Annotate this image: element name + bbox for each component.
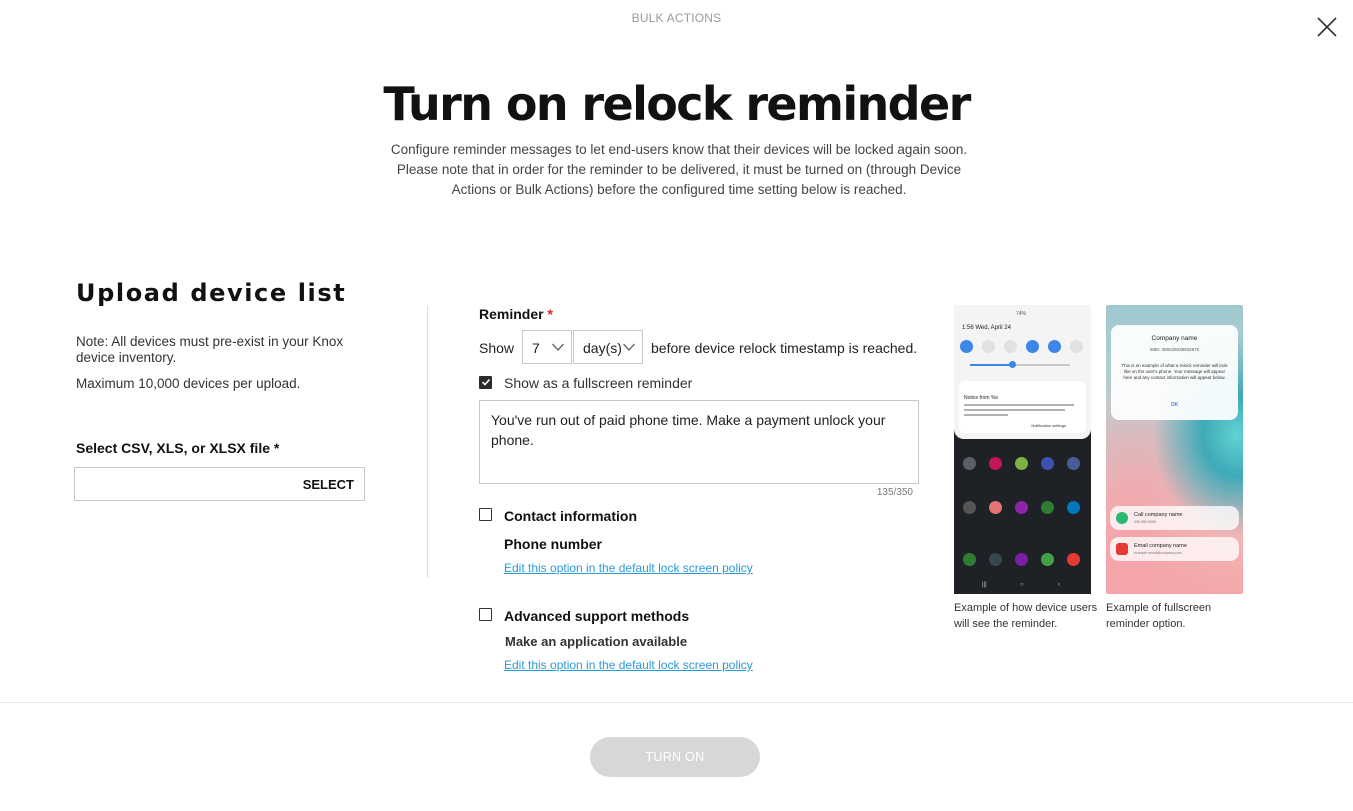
app-icon <box>989 457 1002 470</box>
email-company-address: example.email@company.com <box>1134 551 1182 555</box>
mute-icon <box>1026 340 1039 353</box>
app-icon <box>1067 501 1080 514</box>
reminder-label: Reminder * <box>479 306 553 322</box>
fullscreen-checkbox[interactable] <box>479 376 492 389</box>
page-title: Turn on relock reminder <box>383 77 971 131</box>
page-description: Configure reminder messages to let end-u… <box>390 142 968 197</box>
make-app-available-label: Make an application available <box>505 634 688 649</box>
edit-phone-policy-link[interactable]: Edit this option in the default lock scr… <box>504 561 753 575</box>
chevron-down-icon <box>622 342 636 352</box>
brightness-slider <box>970 361 1070 368</box>
upload-limit: Maximum 10,000 devices per upload. <box>76 376 301 391</box>
upload-note: Note: All devices must pre-exist in your… <box>76 334 344 365</box>
reminder-label-text: Reminder <box>479 306 544 322</box>
app-icon <box>1015 501 1028 514</box>
bluetooth-icon <box>1048 340 1061 353</box>
app-icon <box>1067 457 1080 470</box>
fullscreen-preview-caption: Example of fullscreen reminder option. <box>1106 602 1212 630</box>
reminder-amount-value: 7 <box>532 340 540 356</box>
advanced-support-label[interactable]: Advanced support methods <box>504 608 689 624</box>
status-time: 1:56 Wed, April 24 <box>962 325 1011 331</box>
app-icon <box>1067 553 1080 566</box>
app-icon <box>1041 457 1054 470</box>
call-icon <box>1004 340 1017 353</box>
breadcrumb: BULK ACTIONS <box>631 11 722 25</box>
contact-info-checkbox[interactable] <box>479 508 492 521</box>
app-icon <box>963 501 976 514</box>
column-divider <box>427 306 428 578</box>
turn-on-button[interactable]: TURN ON <box>590 737 760 777</box>
dialog-ok-button: OK <box>1170 402 1179 408</box>
app-icon <box>963 457 976 470</box>
reminder-unit-value: day(s) <box>583 340 622 356</box>
notification-title: Notice from %s <box>964 395 998 401</box>
status-bar-battery: 74% <box>1016 311 1027 317</box>
app-icon <box>1015 457 1028 470</box>
dialog-body: This is an example of what a relock remi… <box>1121 363 1228 380</box>
upload-section-title: Upload device list <box>76 279 347 307</box>
fullscreen-reminder-preview: Company name IMEI: 359225038932976 This … <box>1106 305 1243 594</box>
quick-panel: 74% 1:56 Wed, April 24 Notice from %s No… <box>954 305 1091 439</box>
call-company-number: 555-555-5555 <box>1134 520 1156 524</box>
character-counter: 135/350 <box>876 487 913 498</box>
close-button[interactable] <box>1314 14 1340 40</box>
airplane-icon <box>1070 340 1083 353</box>
recent-apps-icon: ||| <box>982 582 987 588</box>
show-label: Show <box>479 340 515 356</box>
chevron-down-icon <box>551 342 565 352</box>
reminder-dialog: Company name IMEI: 359225038932976 This … <box>1111 325 1238 420</box>
reminder-amount-select[interactable]: 7 <box>522 330 572 364</box>
email-company-pill: Email company name example.email@company… <box>1110 537 1239 561</box>
required-mark: * <box>547 306 553 322</box>
dialog-imei: IMEI: 359225038932976 <box>1149 347 1200 352</box>
reminder-unit-select[interactable]: day(s) <box>573 330 643 364</box>
select-file-button[interactable]: SELECT <box>303 477 354 492</box>
phone-number-label: Phone number <box>504 536 603 552</box>
phone-icon <box>1116 512 1128 524</box>
call-company-title: Call company name <box>1134 512 1183 518</box>
advanced-support-checkbox[interactable] <box>479 608 492 621</box>
app-icon <box>989 501 1002 514</box>
reminder-message-textarea[interactable]: You've run out of paid phone time. Make … <box>479 400 919 484</box>
check-icon <box>481 378 490 386</box>
edit-app-policy-link[interactable]: Edit this option in the default lock scr… <box>504 658 753 672</box>
fullscreen-checkbox-label[interactable]: Show as a fullscreen reminder <box>504 375 692 391</box>
app-icon <box>963 553 976 566</box>
notification-body <box>964 404 1074 419</box>
device-reminder-preview: 74% 1:56 Wed, April 24 Notice from %s No… <box>954 305 1091 594</box>
reminder-after-label: before device relock timestamp is reache… <box>651 340 918 356</box>
quick-toggles <box>960 340 1088 354</box>
wifi-icon <box>960 340 973 353</box>
notification-settings-label: Notification settings <box>1031 423 1066 428</box>
app-icon <box>1041 501 1054 514</box>
file-select-label: Select CSV, XLS, or XLSX file * <box>76 440 280 456</box>
email-company-title: Email company name <box>1134 543 1187 549</box>
close-icon <box>1317 17 1337 37</box>
device-preview-caption: Example of how device users will see the… <box>954 602 1098 630</box>
contact-info-label[interactable]: Contact information <box>504 508 637 524</box>
back-icon: ‹ <box>1058 582 1060 588</box>
file-input[interactable]: SELECT <box>74 467 365 501</box>
footer-divider <box>0 702 1353 703</box>
app-icon <box>989 553 1002 566</box>
dialog-company-name: Company name <box>1151 335 1198 342</box>
rotate-icon <box>982 340 995 353</box>
app-icon <box>1041 553 1054 566</box>
app-icon <box>1015 553 1028 566</box>
home-icon: ○ <box>1020 582 1024 588</box>
notification-card: Notice from %s Notification settings <box>959 381 1086 433</box>
call-company-pill: Call company name 555-555-5555 <box>1110 506 1239 530</box>
device-nav-bar: ||| ○ ‹ <box>954 582 1091 590</box>
email-icon <box>1116 543 1128 555</box>
